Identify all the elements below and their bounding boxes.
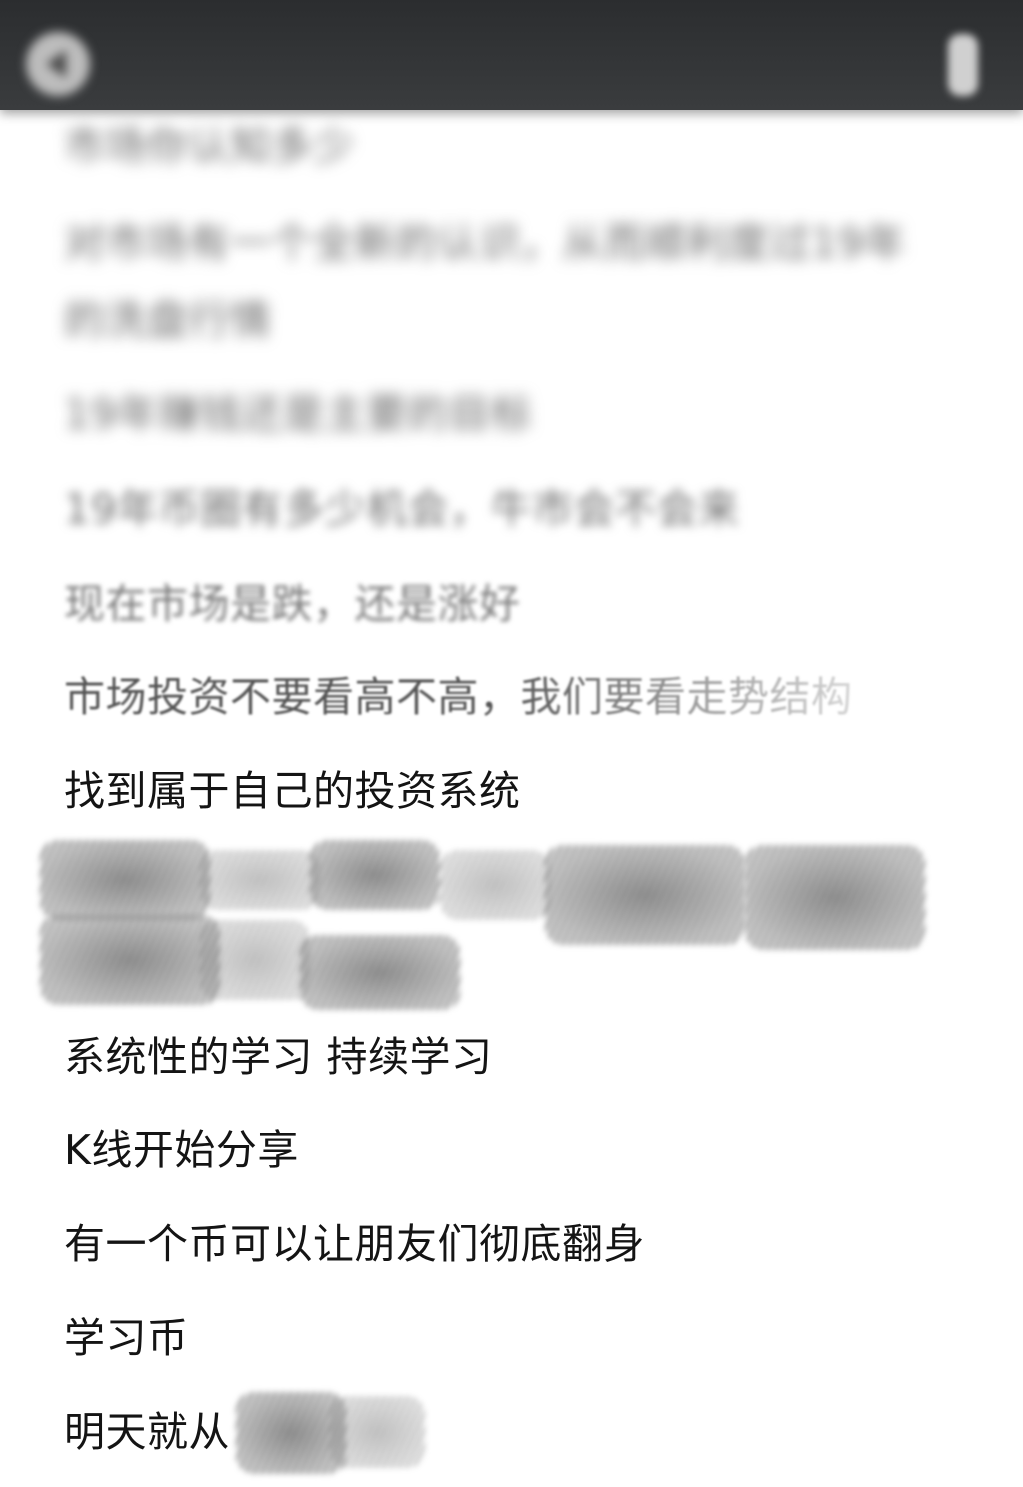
redaction-scribble bbox=[200, 850, 320, 910]
back-button[interactable] bbox=[26, 32, 90, 96]
message-line: 明天就从 bbox=[64, 1408, 230, 1456]
redaction-scribble bbox=[40, 915, 220, 1005]
chat-screen: 市场你认知多少 对市场有一个全新的认识，从而顺利度过19年 的洗盘行情 19年赚… bbox=[0, 0, 1023, 1487]
message-line: 找到属于自己的投资系统 bbox=[64, 767, 521, 815]
arrow-left-icon bbox=[46, 50, 66, 78]
message-line: 19年赚钱还是主要的目标 bbox=[64, 390, 533, 438]
more-vertical-icon[interactable] bbox=[948, 34, 978, 96]
message-line: 的洗盘行情 bbox=[64, 296, 272, 344]
redaction-scribble bbox=[545, 845, 745, 945]
message-line: 19年币圈有多少机会，牛市会不会来 bbox=[64, 485, 740, 533]
redaction-scribble bbox=[745, 845, 925, 950]
message-line: 系统性的学习 持续学习 bbox=[64, 1033, 493, 1081]
message-line: 市场你认知多少 bbox=[64, 122, 355, 170]
redaction-scribble bbox=[440, 850, 550, 920]
message-line: 有一个币可以让朋友们彻底翻身 bbox=[64, 1220, 645, 1268]
redaction-scribble bbox=[310, 840, 440, 910]
message-line: 对市场有一个全新的认识，从而顺利度过19年 bbox=[64, 219, 906, 267]
message-line: K线开始分享 bbox=[64, 1126, 299, 1174]
message-line: 现在市场是跌，还是涨好 bbox=[64, 580, 521, 628]
redaction-scribble bbox=[330, 1396, 425, 1468]
app-bar bbox=[0, 0, 1023, 110]
redaction-scribble bbox=[300, 935, 460, 1010]
message-line: 学习币 bbox=[64, 1314, 189, 1362]
redaction-scribble bbox=[40, 840, 210, 920]
message-line: 市场投资不要看高不高，我们要看走势结构 bbox=[64, 673, 853, 721]
redaction-scribble bbox=[200, 920, 310, 1000]
